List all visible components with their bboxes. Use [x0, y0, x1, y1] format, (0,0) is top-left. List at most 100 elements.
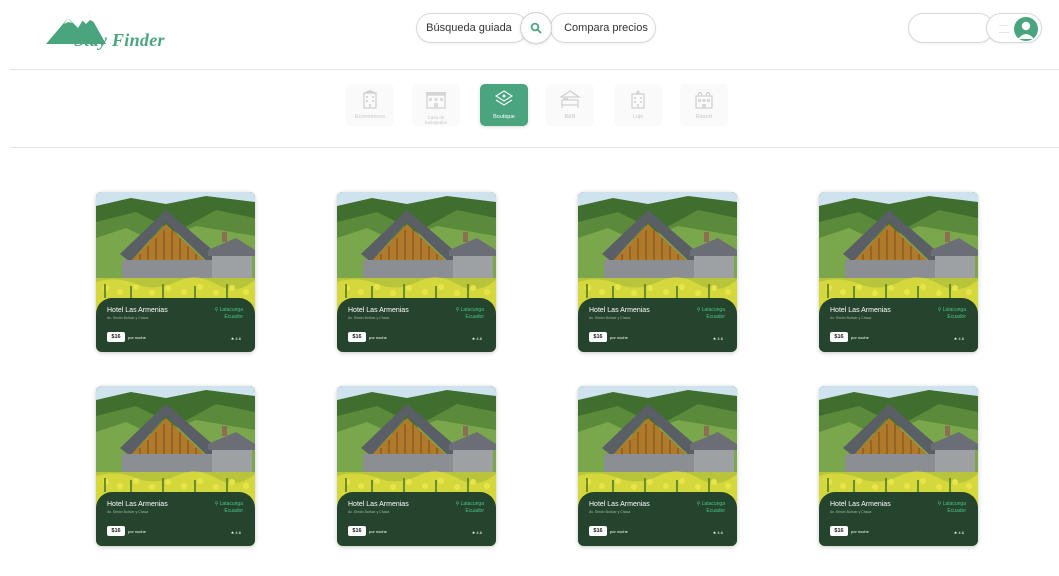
location-pin-icon: ⚲	[214, 501, 219, 507]
category-lujo[interactable]: Lujo	[614, 84, 662, 126]
category-label: Casa de huéspedes	[424, 115, 448, 125]
hotel-card[interactable]: Hotel Las Armenias Av. Simón Bolívar y C…	[96, 192, 255, 352]
category-label: Económicos	[355, 114, 385, 120]
guided-search-button[interactable]: Búsqueda guiada	[416, 13, 528, 43]
hotel-card[interactable]: Hotel Las Armenias Av. Simón Bolívar y C…	[337, 192, 496, 352]
location-country: Ecuador	[947, 508, 966, 514]
bed-breakfast-icon	[559, 88, 581, 110]
compare-prices-label: Compara precios	[564, 22, 648, 34]
price-badge: $16	[830, 526, 848, 536]
location-city: Latacunga	[701, 307, 725, 313]
hotel-name: Hotel Las Armenias	[589, 501, 650, 508]
brand-logo[interactable]: Stay Finder	[46, 10, 206, 50]
user-menu-button[interactable]	[986, 13, 1042, 43]
category-label: B&B	[564, 114, 576, 120]
hotel-rating: ★ 4.6	[953, 336, 964, 341]
boutique-icon	[493, 88, 515, 110]
location-pin-icon: ⚲	[696, 501, 701, 507]
location-pin-icon: ⚲	[214, 307, 219, 313]
compare-prices-button[interactable]: Compara precios	[550, 13, 656, 43]
hotel-address: Av. Simón Bolívar y Chaca	[589, 510, 631, 514]
location-pin-icon: ⚲	[937, 501, 942, 507]
hotel-location: ⚲ Latacunga Ecuador	[697, 501, 725, 515]
hotel-location: ⚲ Latacunga Ecuador	[215, 307, 243, 321]
hotel-rating: ★ 4.6	[953, 530, 964, 535]
hotel-location: ⚲ Latacunga Ecuador	[938, 307, 966, 321]
header-divider	[10, 69, 1059, 70]
price-badge: $16	[348, 332, 366, 342]
location-city: Latacunga	[942, 307, 966, 313]
hotel-name: Hotel Las Armenias	[107, 501, 168, 508]
price-per-night: por noche	[369, 335, 387, 340]
hotel-card[interactable]: Hotel Las Armenias Av. Simón Bolívar y C…	[578, 192, 737, 352]
category-economicos[interactable]: Económicos	[346, 84, 394, 126]
location-city: Latacunga	[460, 501, 484, 507]
hotel-card[interactable]: Hotel Las Armenias Av. Simón Bolívar y C…	[578, 386, 737, 546]
building-icon	[359, 88, 381, 110]
category-boutique[interactable]: Boutique	[480, 84, 528, 126]
location-country: Ecuador	[706, 314, 725, 320]
hotel-address: Av. Simón Bolívar y Chaca	[348, 510, 390, 514]
category-bnb[interactable]: B&B	[546, 84, 594, 126]
price-per-night: por noche	[851, 529, 869, 534]
location-city: Latacunga	[219, 307, 243, 313]
hotel-card[interactable]: Hotel Las Armenias Av. Simón Bolívar y C…	[337, 386, 496, 546]
hotel-name: Hotel Las Armenias	[830, 501, 891, 508]
location-city: Latacunga	[942, 501, 966, 507]
search-button[interactable]	[520, 12, 552, 44]
top-header: Stay Finder Búsqueda guiada Compara prec…	[0, 0, 1059, 70]
search-bar: Búsqueda guiada Compara precios	[416, 12, 656, 44]
user-avatar-icon	[1014, 17, 1038, 41]
hotel-address: Av. Simón Bolívar y Chaca	[589, 316, 631, 320]
category-casa-huespedes[interactable]: Casa de huéspedes	[412, 84, 460, 126]
location-pin-icon: ⚲	[696, 307, 701, 313]
price-badge: $16	[589, 526, 607, 536]
price-badge: $16	[830, 332, 848, 342]
hotel-card[interactable]: Hotel Las Armenias Av. Simón Bolívar y C…	[96, 386, 255, 546]
location-country: Ecuador	[224, 508, 243, 514]
location-country: Ecuador	[465, 508, 484, 514]
user-area	[908, 13, 1042, 43]
category-filter-bar: Económicos Casa de huéspedes Boutique B&…	[344, 84, 734, 128]
hotel-name: Hotel Las Armenias	[348, 307, 409, 314]
user-input[interactable]	[908, 13, 994, 43]
hotel-card[interactable]: Hotel Las Armenias Av. Simón Bolívar y C…	[819, 386, 978, 546]
hotel-location: ⚲ Latacunga Ecuador	[697, 307, 725, 321]
category-label: Boutique	[493, 114, 515, 120]
hotel-location: ⚲ Latacunga Ecuador	[215, 501, 243, 515]
location-country: Ecuador	[465, 314, 484, 320]
hotel-address: Av. Simón Bolívar y Chaca	[107, 510, 149, 514]
luxury-hotel-icon	[627, 88, 649, 110]
category-label: Lujo	[632, 114, 644, 120]
hotel-rating: ★ 4.6	[712, 336, 723, 341]
hotel-location: ⚲ Latacunga Ecuador	[938, 501, 966, 515]
location-city: Latacunga	[219, 501, 243, 507]
hotel-address: Av. Simón Bolívar y Chaca	[830, 316, 872, 320]
hotel-address: Av. Simón Bolívar y Chaca	[348, 316, 390, 320]
hotel-name: Hotel Las Armenias	[107, 307, 168, 314]
hotel-card[interactable]: Hotel Las Armenias Av. Simón Bolívar y C…	[819, 192, 978, 352]
hotel-name: Hotel Las Armenias	[830, 307, 891, 314]
hotel-rating: ★ 4.6	[471, 336, 482, 341]
brand-name: Stay Finder	[74, 30, 165, 50]
location-country: Ecuador	[224, 314, 243, 320]
hotel-rating: ★ 4.6	[230, 336, 241, 341]
hotel-address: Av. Simón Bolívar y Chaca	[830, 510, 872, 514]
price-badge: $16	[589, 332, 607, 342]
hotel-name: Hotel Las Armenias	[589, 307, 650, 314]
price-per-night: por noche	[610, 335, 628, 340]
guided-search-label: Búsqueda guiada	[426, 22, 512, 34]
price-per-night: por noche	[369, 529, 387, 534]
location-pin-icon: ⚲	[455, 501, 460, 507]
location-pin-icon: ⚲	[937, 307, 942, 313]
price-per-night: por noche	[851, 335, 869, 340]
price-per-night: por noche	[610, 529, 628, 534]
hotel-rating: ★ 4.6	[712, 530, 723, 535]
guesthouse-icon	[425, 88, 447, 110]
location-country: Ecuador	[947, 314, 966, 320]
price-badge: $16	[107, 332, 125, 342]
resort-icon	[693, 88, 715, 110]
hotel-name: Hotel Las Armenias	[348, 501, 409, 508]
category-resort[interactable]: Resort	[680, 84, 728, 126]
search-icon	[530, 22, 542, 34]
